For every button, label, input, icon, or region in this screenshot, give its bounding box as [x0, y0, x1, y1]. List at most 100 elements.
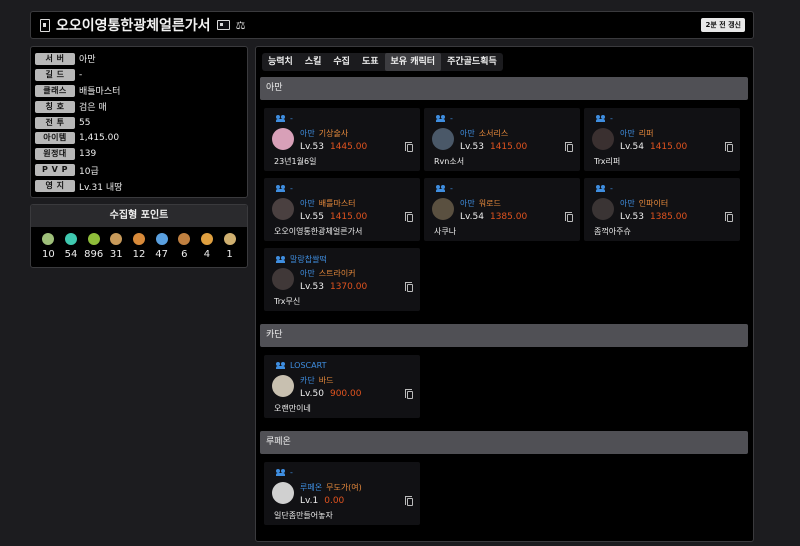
collectible-count: 12	[132, 249, 146, 260]
info-label: 영 지	[35, 180, 75, 193]
scale-icon[interactable]: ⚖	[236, 19, 246, 32]
guild-row: -	[436, 114, 453, 123]
server-name: 아만	[460, 199, 475, 208]
info-row: 원정대 139	[35, 146, 243, 162]
guild-row: -	[276, 114, 293, 123]
server-name: 루페온	[300, 483, 323, 492]
class-name: 인파이터	[638, 199, 669, 208]
collectible-item[interactable]: 10	[38, 233, 58, 260]
collectible-item[interactable]: 6	[174, 233, 194, 260]
collectible-item[interactable]: 1	[220, 233, 240, 260]
id-card-icon[interactable]	[216, 20, 230, 30]
level-row: Lv.55 1415.00	[300, 212, 367, 222]
character-card[interactable]: LOSCART 카단 바드 Lv.50 900.00 오랜만이네	[264, 355, 420, 418]
guild-icon	[276, 115, 286, 122]
class-name: 바드	[318, 376, 334, 385]
guild-name: -	[610, 114, 613, 123]
item-level: 1370.00	[329, 282, 368, 292]
character-card[interactable]: - 아만 워로드 Lv.54 1385.00 사쿠나	[424, 178, 580, 241]
guild-name: -	[290, 114, 293, 123]
server-class: 카단 바드	[300, 375, 333, 386]
character-card[interactable]: - 루페온 무도가(여) Lv.1 0.00 일단좀만들어놓자	[264, 462, 420, 525]
character-level: Lv.53	[300, 282, 324, 292]
info-row: P V P 10급	[35, 162, 243, 178]
guild-icon	[276, 256, 286, 263]
guild-name: 말랑찹쌀떡	[290, 255, 327, 264]
server-class: 아만 인파이터	[620, 198, 668, 209]
character-name: 오오이영통한광체얼른가서	[274, 227, 363, 236]
character-avatar	[592, 198, 614, 220]
guild-row: LOSCART	[276, 361, 326, 370]
tab-5[interactable]: 주간골드획득	[441, 53, 503, 71]
collectible-item[interactable]: 12	[129, 233, 149, 260]
server-section-header: 루페온	[260, 431, 748, 454]
great-art-icon	[110, 233, 123, 245]
server-class: 아만 기상술사	[300, 128, 348, 139]
character-card[interactable]: - 아만 인파이터 Lv.53 1385.00 좀꺽아주슈	[584, 178, 740, 241]
copy-icon[interactable]	[405, 142, 413, 152]
character-level: Lv.53	[300, 142, 324, 152]
info-row: 아이템 1,415.00	[35, 130, 243, 146]
server-name: 아만	[300, 269, 315, 278]
server-section-header: 카단	[260, 324, 748, 347]
copy-icon[interactable]	[565, 142, 573, 152]
item-level: 0.00	[324, 496, 345, 506]
character-card[interactable]: - 아만 기상술사 Lv.53 1445.00 23년1월6일	[264, 108, 420, 171]
character-card[interactable]: 말랑찹쌀떡아만 스트라이커 Lv.53 1370.00 Trx무신	[264, 248, 420, 311]
guild-name: -	[450, 114, 453, 123]
guild-row: -	[436, 184, 453, 193]
collectible-item[interactable]: 4	[197, 233, 217, 260]
level-row: Lv.53 1445.00	[300, 142, 367, 152]
character-avatar	[272, 198, 294, 220]
character-name: Rvn소서	[434, 157, 465, 166]
tab-2[interactable]: 수집	[327, 53, 356, 71]
guild-icon	[596, 115, 606, 122]
character-avatar	[432, 198, 454, 220]
character-name: Trx무신	[274, 297, 301, 306]
character-card[interactable]: - 아만 소서리스 Lv.53 1415.00 Rvn소서	[424, 108, 580, 171]
character-card[interactable]: - 아만 배틀마스터 Lv.55 1415.00 오오이영통한광체얼른가서	[264, 178, 420, 241]
level-row: Lv.53 1370.00	[300, 282, 367, 292]
server-name: 아만	[300, 129, 315, 138]
copy-icon[interactable]	[405, 389, 413, 399]
tab-4[interactable]: 보유 캐릭터	[384, 53, 442, 71]
guild-name: -	[290, 468, 293, 477]
server-name: 카단	[300, 376, 315, 385]
server-class: 아만 스트라이커	[300, 268, 356, 279]
character-level: Lv.53	[460, 142, 484, 152]
character-name: 일단좀만들어놓자	[274, 511, 333, 520]
guild-icon	[276, 362, 286, 369]
guild-name: -	[450, 184, 453, 193]
collectible-item[interactable]: 47	[152, 233, 172, 260]
tab-0[interactable]: 능력치	[262, 53, 299, 71]
update-button[interactable]: 2분 전 갱신	[701, 18, 745, 32]
copy-icon[interactable]	[725, 212, 733, 222]
class-name: 배틀마스터	[318, 199, 356, 208]
collectible-points-title: 수집형 포인트	[31, 205, 247, 227]
tab-bar: 능력치 스킬 수집 도표 보유 캐릭터 주간골드획득	[262, 53, 503, 71]
copy-icon[interactable]	[405, 496, 413, 506]
copy-icon[interactable]	[405, 212, 413, 222]
collectible-item[interactable]: 31	[106, 233, 126, 260]
collectible-item[interactable]: 54	[61, 233, 81, 260]
character-card[interactable]: - 아만 리퍼 Lv.54 1415.00 Trx리퍼	[584, 108, 740, 171]
item-level: 1385.00	[489, 212, 528, 222]
tab-3[interactable]: 도표	[356, 53, 385, 71]
character-level: Lv.53	[620, 212, 644, 222]
sea-bounty-icon	[200, 233, 213, 245]
info-value: 55	[79, 117, 91, 128]
collectible-item[interactable]: 896	[84, 233, 104, 260]
info-value: 1,415.00	[79, 133, 120, 144]
collectible-count: 47	[155, 249, 168, 260]
tab-1[interactable]: 스킬	[299, 53, 328, 71]
bookmark-icon[interactable]	[40, 18, 50, 32]
info-label: 서 버	[35, 52, 75, 65]
collectible-count: 6	[181, 249, 188, 260]
level-row: Lv.54 1415.00	[620, 142, 687, 152]
class-name: 워로드	[478, 199, 501, 208]
info-label: P V P	[35, 164, 75, 177]
copy-icon[interactable]	[405, 282, 413, 292]
copy-icon[interactable]	[565, 212, 573, 222]
profile-info-panel: 서 버 아만 길 드 - 클래스 배틀마스터 칭 호 검은 매전 투 55 아이템 1,415.00…	[30, 46, 248, 198]
copy-icon[interactable]	[725, 142, 733, 152]
